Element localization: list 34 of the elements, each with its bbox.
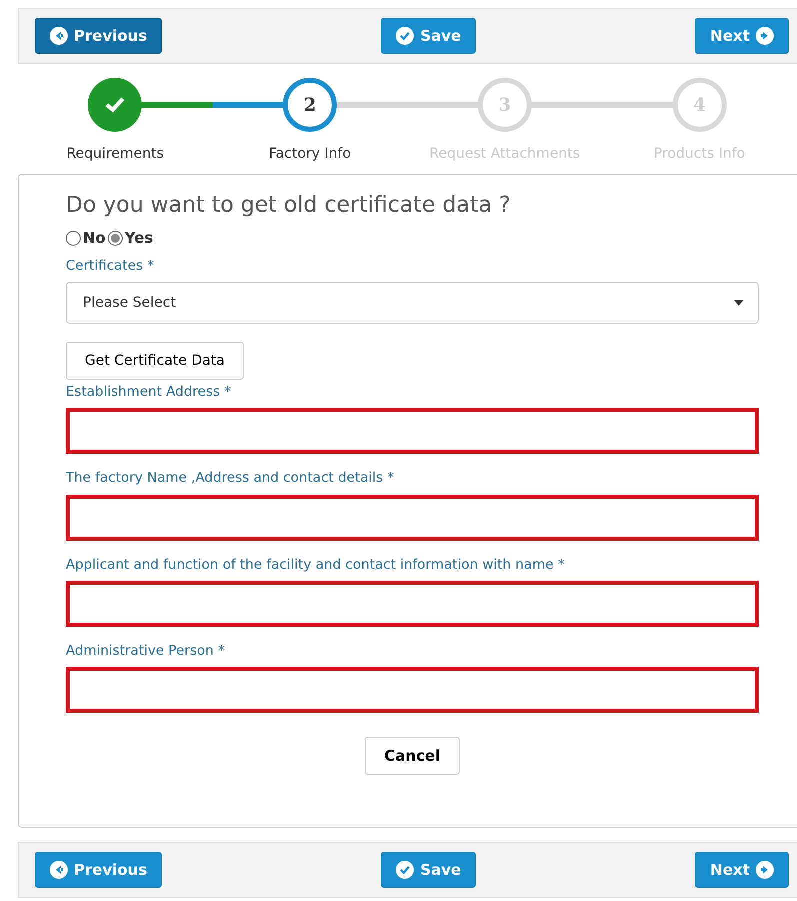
radio-label: Yes: [124, 228, 154, 250]
field-label: The factory Name ,Address and contact details *: [66, 469, 396, 488]
get-data-button[interactable]: Get Certificate Data: [66, 342, 244, 380]
input-field[interactable]: [66, 408, 759, 454]
check-icon: [396, 27, 414, 45]
field-label: Establishment Address *: [66, 383, 232, 402]
certificates-dropdown[interactable]: Please Select: [66, 282, 759, 324]
arrow-left-icon: [50, 861, 68, 879]
next-button[interactable]: Next: [695, 852, 789, 888]
step-label: Factory Info: [269, 145, 352, 164]
radio-button[interactable]: [108, 231, 123, 246]
check-icon: [104, 96, 126, 114]
save-button[interactable]: Save: [381, 18, 476, 54]
input-field[interactable]: [66, 580, 759, 627]
field-label: Administrative Person *: [66, 642, 226, 661]
field-label: Applicant and function of the facility and contact information with name *: [66, 556, 566, 575]
previous-button[interactable]: Previous: [35, 18, 162, 54]
radio-button[interactable]: [66, 231, 81, 246]
step-label: Requirements: [66, 145, 164, 164]
check-icon: [396, 861, 414, 879]
cancel-button[interactable]: Cancel: [365, 737, 460, 776]
save-button[interactable]: Save: [381, 852, 476, 888]
arrow-right-icon: [756, 861, 774, 879]
input-field[interactable]: [66, 494, 759, 541]
field-label: Certificates *: [66, 256, 156, 276]
next-button[interactable]: Next: [695, 18, 789, 54]
question-heading: Do you want to get old certificate data ?: [66, 193, 512, 220]
caret-icon: [734, 300, 744, 306]
previous-button[interactable]: Previous: [35, 852, 162, 888]
step-number: 2: [283, 78, 338, 132]
radio-label: No: [83, 228, 106, 250]
arrow-left-icon: [50, 27, 68, 45]
arrow-right-icon: [756, 27, 774, 45]
input-field[interactable]: [66, 667, 759, 714]
